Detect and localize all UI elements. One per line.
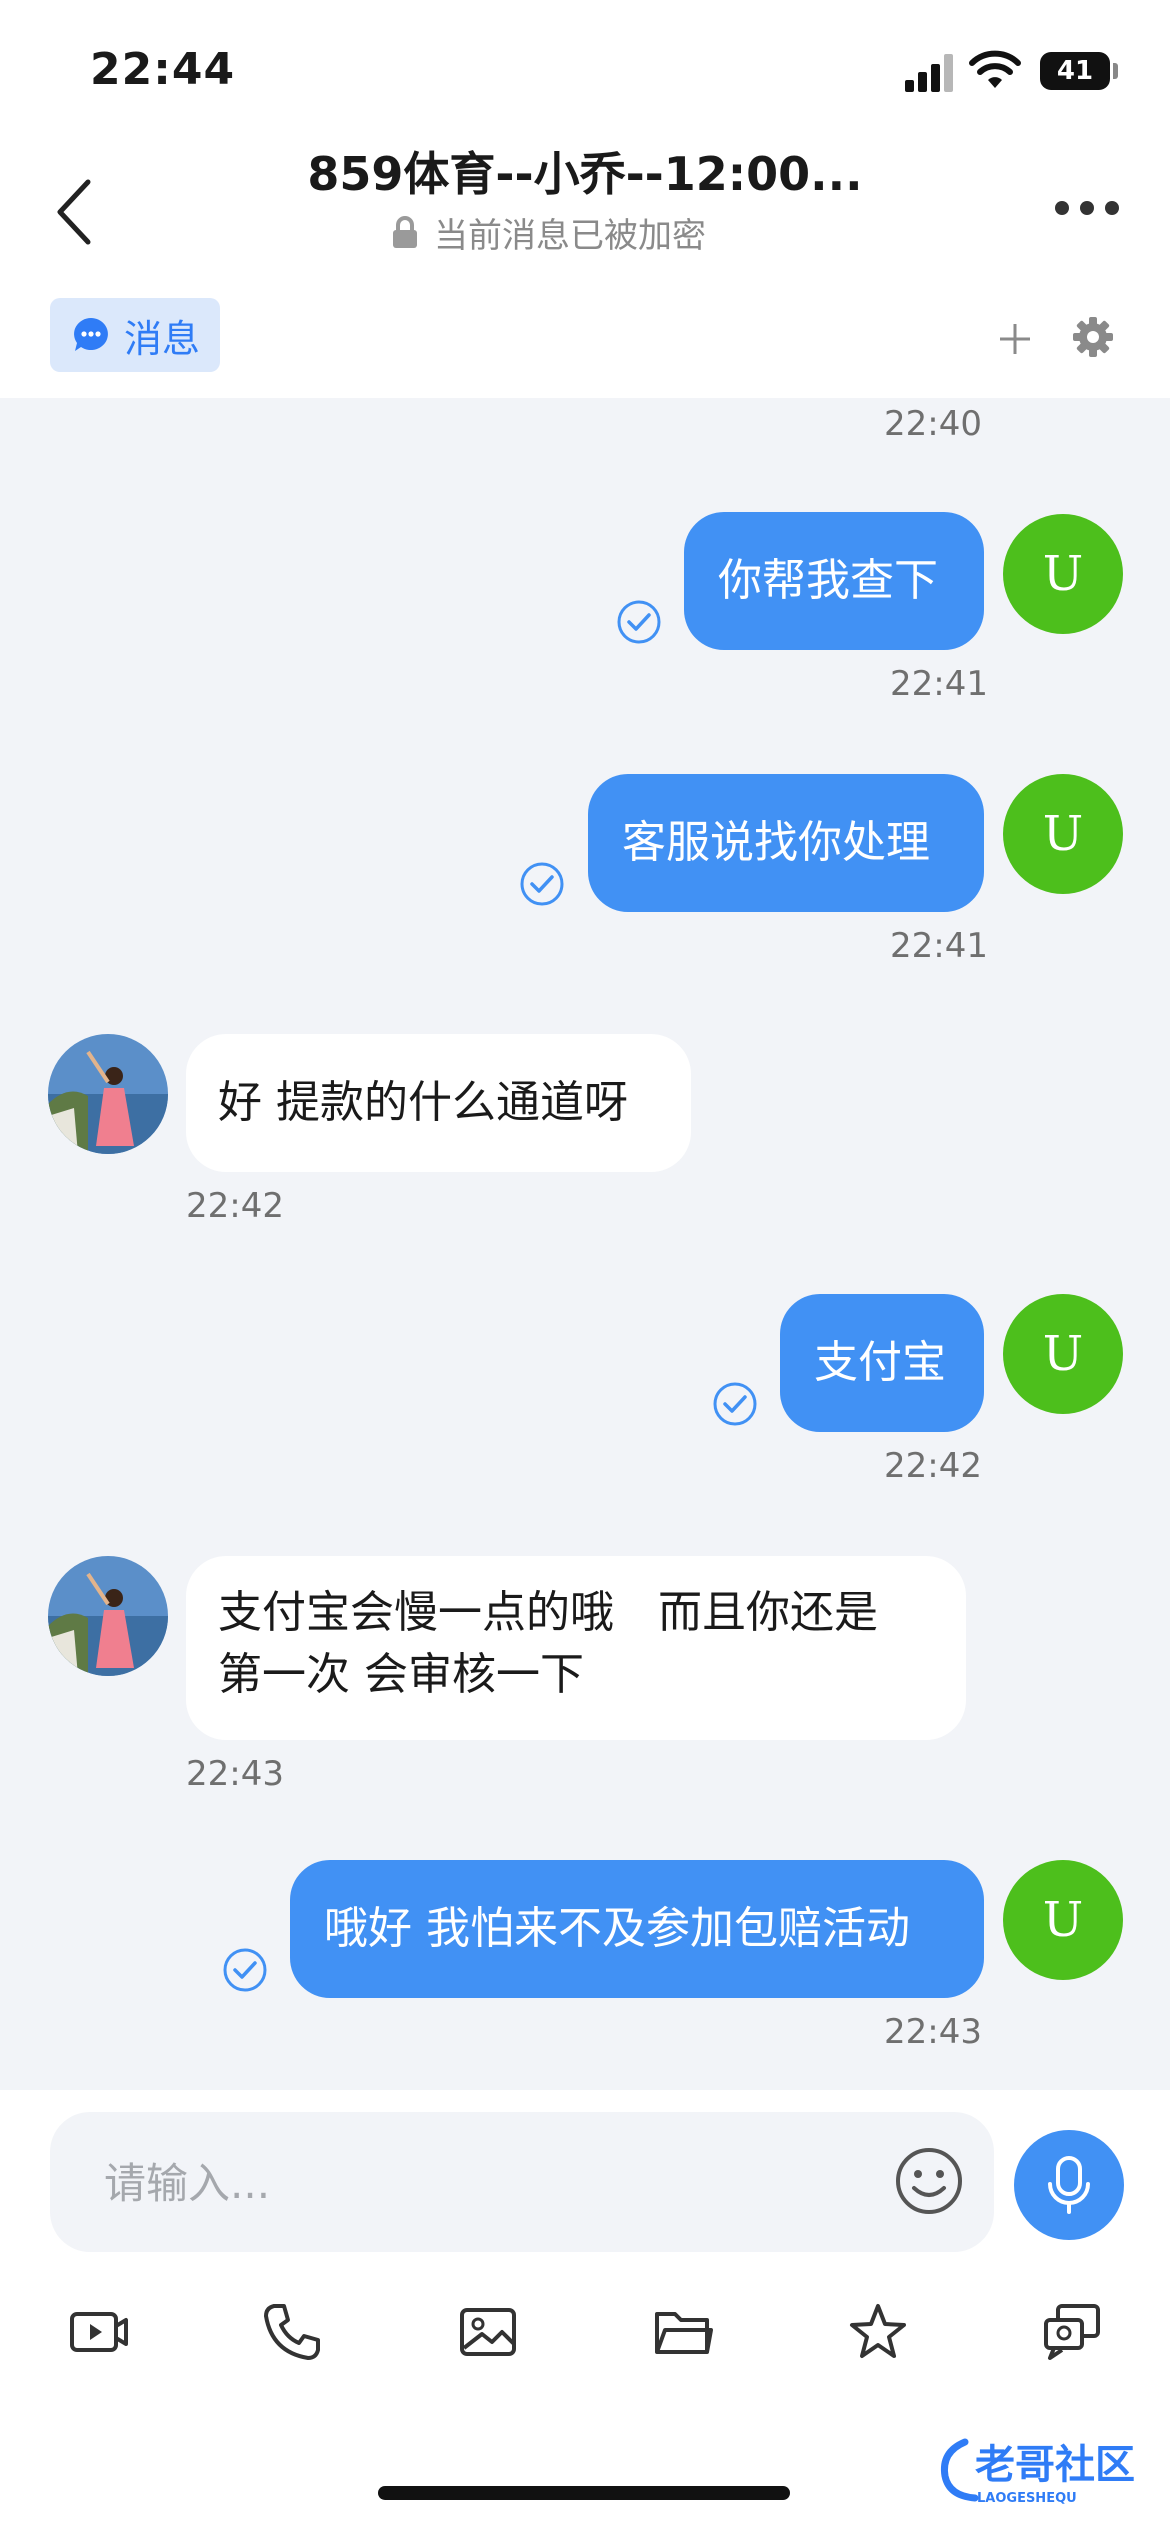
message-bubble-icon	[74, 318, 108, 351]
incoming-message[interactable]: 支付宝会慢一点的哦 而且你还是 第一次 会审核一下	[186, 1556, 966, 1740]
chat-title: 859体育--小乔--12:00...	[307, 147, 863, 201]
avatar[interactable]: U	[1003, 1294, 1123, 1414]
read-check-icon	[520, 862, 564, 906]
voice-button[interactable]	[1014, 2130, 1124, 2240]
message-text-line: 第一次 会审核一下	[218, 1649, 584, 1700]
message-text: 客服说找你处理	[622, 817, 930, 868]
watermark-logo: 老哥社区 LAOGESHEQU	[940, 2438, 1135, 2506]
screen-share-icon[interactable]	[1040, 2300, 1104, 2364]
message-input[interactable]: 请输入...	[50, 2112, 994, 2252]
contact-avatar[interactable]	[48, 1034, 168, 1154]
incoming-message[interactable]: 好 提款的什么通道呀	[186, 1034, 691, 1172]
outgoing-message[interactable]: 支付宝	[780, 1294, 984, 1432]
read-check-icon	[617, 600, 661, 644]
avatar[interactable]: U	[1003, 774, 1123, 894]
message-time: 22:41	[890, 926, 988, 966]
watermark-subtext: LAOGESHEQU	[977, 2491, 1077, 2506]
tab-messages-label: 消息	[124, 316, 201, 361]
tab-messages[interactable]: 消息	[50, 298, 220, 372]
signal-icon	[905, 52, 955, 92]
gear-icon[interactable]	[1072, 316, 1114, 358]
more-icon[interactable]	[1055, 198, 1119, 218]
message-text: 你帮我查下	[718, 555, 938, 606]
folder-icon[interactable]	[651, 2300, 715, 2364]
video-icon[interactable]	[68, 2300, 132, 2364]
message-text: 好 提款的什么通道呀	[218, 1077, 628, 1128]
outgoing-message[interactable]: 你帮我查下	[684, 512, 984, 650]
message-time: 22:43	[884, 2012, 982, 2052]
outgoing-message[interactable]: 哦好 我怕来不及参加包赔活动	[290, 1860, 984, 1998]
star-icon[interactable]	[846, 2300, 910, 2364]
lock-icon	[393, 215, 417, 248]
message-time: 22:42	[884, 1446, 982, 1486]
phone-icon[interactable]	[260, 2300, 324, 2364]
plus-icon[interactable]	[998, 322, 1032, 356]
message-time: 22:43	[186, 1754, 284, 1794]
encryption-notice: 当前消息已被加密	[390, 208, 706, 257]
message-time: 22:41	[890, 664, 988, 704]
message-timestamp: 22:40	[884, 404, 982, 444]
wifi-icon	[969, 50, 1021, 88]
message-text: 哦好 我怕来不及参加包赔活动	[324, 1903, 910, 1954]
status-time: 22:44	[90, 44, 236, 95]
read-check-icon	[713, 1382, 757, 1426]
message-text: 支付宝	[814, 1337, 946, 1388]
message-input-placeholder: 请输入...	[104, 2159, 271, 2208]
home-indicator[interactable]	[378, 2486, 790, 2500]
message-time: 22:42	[186, 1186, 284, 1226]
message-text-line: 支付宝会慢一点的哦 而且你还是	[218, 1587, 878, 1638]
battery-indicator: 41	[1040, 52, 1110, 90]
chat-header: 859体育--小乔--12:00... 当前消息已被加密	[0, 130, 1170, 290]
contact-avatar[interactable]	[48, 1556, 168, 1676]
chat-area[interactable]: 22:40 你帮我查下 U 22:41 客服说找你处理 U 22:41 好 提款…	[0, 398, 1170, 2090]
read-check-icon	[223, 1948, 267, 1992]
emoji-icon[interactable]	[894, 2146, 964, 2216]
image-icon[interactable]	[456, 2300, 520, 2364]
status-bar: 22:44 41	[0, 0, 1170, 140]
back-icon[interactable]	[50, 172, 100, 252]
avatar[interactable]: U	[1003, 514, 1123, 634]
watermark-text: 老哥社区	[975, 2442, 1135, 2488]
outgoing-message[interactable]: 客服说找你处理	[588, 774, 984, 912]
chat-toolbar	[0, 2300, 1170, 2400]
tab-bar: 消息	[0, 290, 1170, 398]
encryption-notice-text: 当前消息已被加密	[434, 216, 706, 256]
microphone-icon	[1048, 2156, 1090, 2214]
battery-tip	[1113, 63, 1118, 79]
avatar[interactable]: U	[1003, 1860, 1123, 1980]
